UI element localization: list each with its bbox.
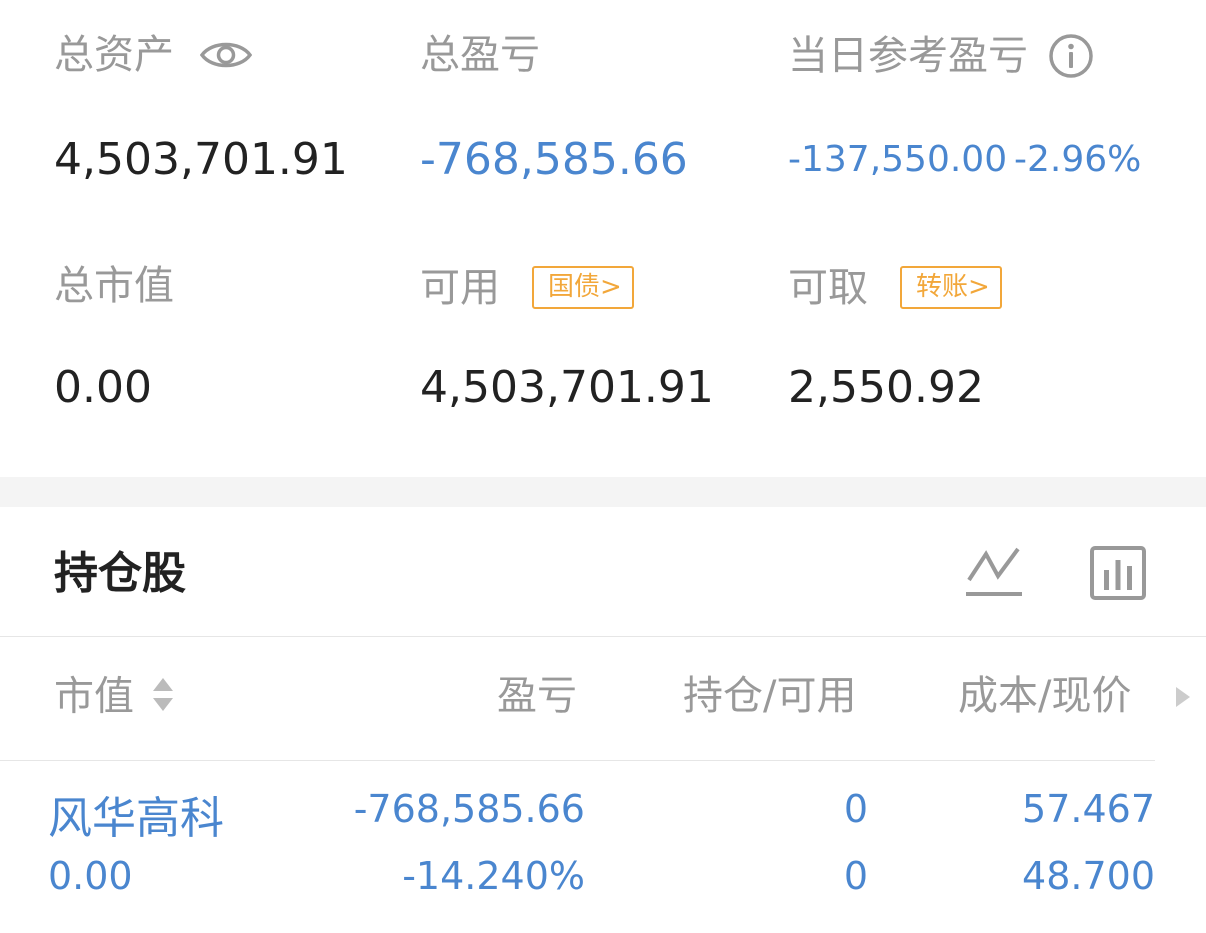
column-market-value[interactable]: 市值 [54, 676, 175, 721]
column-position[interactable]: 持仓/可用 [683, 676, 856, 716]
total-assets-label: 总资产 [54, 32, 174, 78]
column-cost-price[interactable]: 成本/现价 [958, 676, 1131, 716]
total-pnl-value: -768,585.66 [420, 134, 688, 185]
stock-cost: 57.467 [1022, 787, 1155, 831]
market-value-label: 总市值 [54, 263, 174, 309]
stock-available: 0 [843, 854, 868, 898]
column-pnl[interactable]: 盈亏 [497, 676, 577, 716]
total-assets-value: 4,503,701.91 [54, 134, 348, 185]
stock-name[interactable]: 风华高科 [48, 797, 224, 841]
market-value-value: 0.00 [54, 362, 152, 413]
daily-pnl-label: 当日参考盈亏 [788, 33, 1028, 79]
stock-price: 48.700 [1022, 854, 1155, 898]
daily-pnl-value: -137,550.00 [788, 139, 1008, 180]
bar-chart-icon[interactable] [1090, 546, 1146, 604]
available-label-group: 可用 国债> [420, 266, 634, 309]
withdrawable-label-group: 可取 转账> [788, 266, 1002, 309]
section-divider [0, 477, 1206, 507]
withdrawable-label: 可取 [788, 264, 868, 311]
info-icon[interactable] [1048, 33, 1094, 79]
available-label: 可用 [420, 264, 500, 311]
total-assets-label-group: 总资产 [54, 32, 253, 78]
daily-pnl-label-group: 当日参考盈亏 [788, 33, 1094, 79]
treasury-bond-button[interactable]: 国债> [532, 266, 634, 309]
withdrawable-value: 2,550.92 [788, 362, 984, 413]
holdings-column-divider [0, 760, 1155, 761]
holdings-title: 持仓股 [54, 548, 186, 599]
stock-pnl-percent: -14.240% [402, 854, 585, 898]
holdings-header-divider [0, 636, 1206, 637]
stock-position: 0 [843, 787, 868, 831]
stock-market-value: 0.00 [48, 854, 133, 898]
daily-pnl-percent: -2.96% [1014, 139, 1142, 180]
transfer-button[interactable]: 转账> [900, 266, 1002, 309]
stock-pnl: -768,585.66 [353, 787, 585, 831]
eye-icon[interactable] [199, 38, 253, 72]
line-chart-icon[interactable] [966, 546, 1022, 604]
column-market-value-label: 市值 [54, 673, 134, 720]
total-pnl-label: 总盈亏 [420, 32, 540, 78]
account-summary: 总资产 总盈亏 当日参考盈亏 4,503,701.91 -768,585.66 [0, 0, 1206, 477]
available-value: 4,503,701.91 [420, 362, 714, 413]
triangle-right-icon[interactable] [1174, 685, 1192, 713]
sort-icon[interactable] [151, 676, 175, 721]
account-page: 总资产 总盈亏 当日参考盈亏 4,503,701.91 -768,585.66 [0, 0, 1206, 933]
